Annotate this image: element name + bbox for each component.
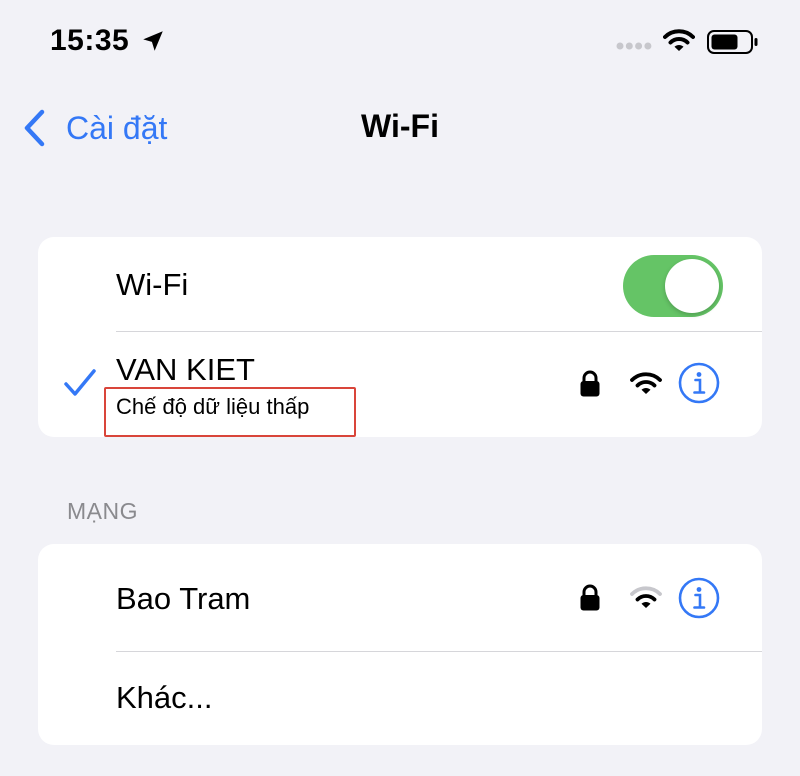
battery-icon xyxy=(707,30,758,54)
cellular-signal-icon xyxy=(616,42,652,50)
wifi-toggle-label: Wi-Fi xyxy=(116,267,189,302)
toggle-knob xyxy=(665,259,719,313)
info-icon[interactable] xyxy=(678,362,720,404)
status-time: 15:35 xyxy=(50,24,130,57)
networks-section-header: MẠNG xyxy=(67,498,138,524)
wifi-icon xyxy=(630,586,662,608)
wifi-toggle-switch[interactable] xyxy=(623,255,723,317)
highlight-annotation xyxy=(104,387,356,437)
lock-icon xyxy=(580,584,600,611)
network-row-bao-tram[interactable]: Bao Tram xyxy=(38,544,762,651)
networks-group: Bao Tram Khác... xyxy=(38,544,762,745)
other-network-label: Khác... xyxy=(116,680,213,715)
other-network-row[interactable]: Khác... xyxy=(38,652,762,745)
connected-network-name: VAN KIET xyxy=(116,352,255,387)
status-bar: 15:35 xyxy=(0,0,800,90)
wifi-toggle-row: Wi-Fi xyxy=(38,237,762,331)
info-icon[interactable] xyxy=(678,577,720,619)
page-title: Wi-Fi xyxy=(361,108,439,144)
wifi-icon xyxy=(630,372,662,394)
network-name: Bao Tram xyxy=(116,581,251,616)
wifi-icon xyxy=(663,29,695,51)
location-arrow-icon xyxy=(143,31,163,51)
lock-icon xyxy=(580,370,600,397)
checkmark-icon xyxy=(64,369,96,396)
